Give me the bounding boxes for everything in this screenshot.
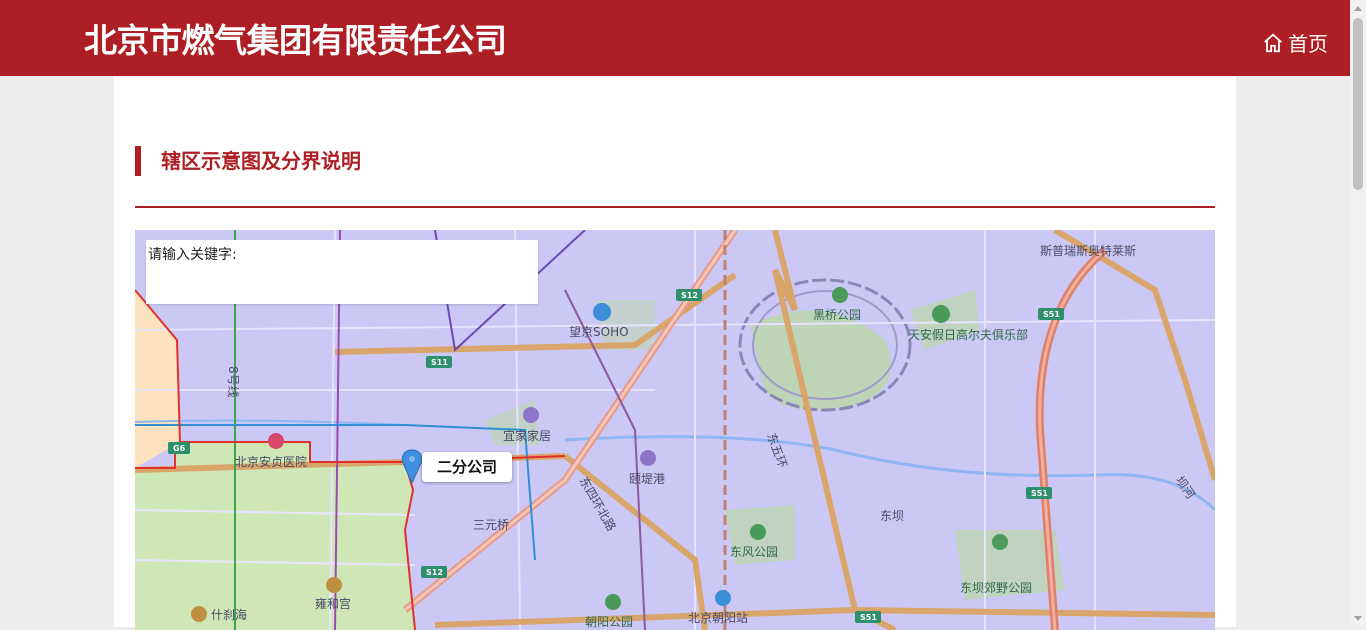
svg-text:S51: S51 [860,613,877,622]
svg-text:S51: S51 [1043,310,1060,319]
marker-label[interactable]: 二分公司 [422,452,512,482]
label-swede-outlet: 斯普瑞斯奥特莱斯 [1040,243,1136,258]
label-dongba-park: 东坝郊野公园 [960,581,1032,595]
section-divider [135,206,1215,208]
svg-text:G6: G6 [173,444,186,453]
home-icon [1264,33,1282,52]
scrollbar-thumb[interactable] [1353,18,1363,190]
section-title: 辖区示意图及分界说明 [135,146,361,176]
label-ikea: 宜家家居 [503,428,551,443]
map-search-box[interactable]: 请输入关键字: [146,240,542,306]
badge-s12-top: S12 [676,289,702,301]
label-line8: 8号线 [226,366,240,398]
badge-s12-bottom: S12 [421,566,447,578]
badge-s51-mid: S51 [1026,487,1052,499]
company-title: 北京市燃气集团有限责任公司 [84,21,507,60]
svg-text:S11: S11 [431,358,448,367]
label-yidi-port: 颐堤港 [629,472,665,486]
top-header: 北京市燃气集团有限责任公司 首页 [0,0,1350,76]
badge-s51-right: S51 [1038,308,1064,320]
badge-g6: G6 [168,442,190,454]
svg-text:S12: S12 [681,291,698,300]
jurisdiction-map[interactable]: 望京SOHO 黑桥公园 天安假日高尔夫俱乐部 斯普瑞斯奥特莱斯 宜家家居 北京安… [135,230,1215,630]
label-yonghe-temple: 雍和宫 [315,596,351,611]
label-chaoyang-station: 北京朝阳站 [688,611,748,625]
scroll-down-icon[interactable] [1354,616,1362,621]
label-tianan-golf: 天安假日高尔夫俱乐部 [908,327,1028,342]
home-label: 首页 [1288,32,1328,56]
label-wangjing-soho: 望京SOHO [569,325,629,339]
main-content: 辖区示意图及分界说明 望京SOHO 黑桥公园 天安假日高尔夫俱乐部 斯普瑞斯奥特… [114,76,1236,630]
label-sanyuan-bridge: 三元桥 [473,518,509,532]
label-shichahai: 什刹海 [211,607,247,622]
badge-s11: S11 [426,356,452,368]
svg-text:S12: S12 [426,568,443,577]
label-anzhen-hospital: 北京安贞医院 [235,454,307,469]
label-heiqiao-park: 黑桥公园 [813,308,861,322]
search-input[interactable] [146,240,542,306]
home-link[interactable]: 首页 [1262,28,1328,57]
label-dongba: 东坝 [880,509,904,523]
badge-s51-bottom: S51 [855,611,881,623]
scroll-up-icon[interactable] [1354,6,1362,11]
page-scrollbar[interactable] [1350,0,1366,627]
label-dongfeng-park: 东风公园 [730,545,778,559]
svg-text:S51: S51 [1031,489,1048,498]
